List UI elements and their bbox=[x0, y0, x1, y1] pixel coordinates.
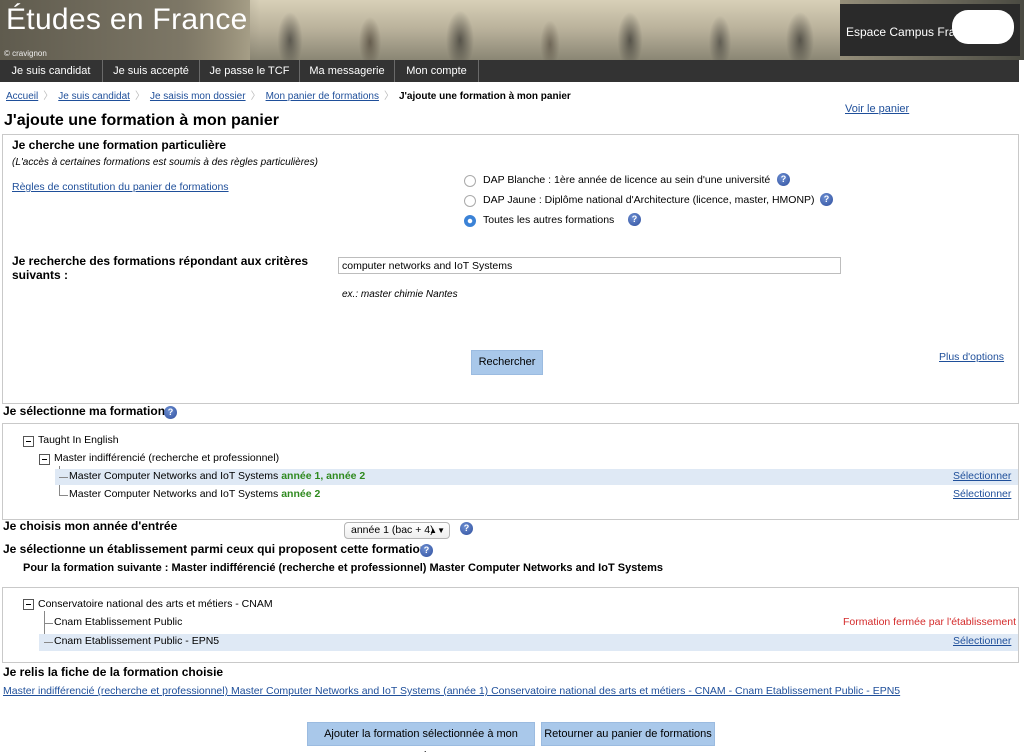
access-note: (L'accès à certaines formations est soum… bbox=[12, 157, 318, 168]
radio-dap-jaune[interactable] bbox=[464, 195, 476, 207]
select-link[interactable]: Sélectionner bbox=[953, 470, 1011, 482]
formation-row[interactable]: Master Computer Networks and IoT Systems… bbox=[69, 488, 320, 500]
entry-year-select[interactable]: année 1 (bac + 4) ▲▼ bbox=[344, 522, 450, 539]
formation-sheet-link[interactable]: Master indifférencié (recherche et profe… bbox=[3, 685, 900, 697]
nav-mon-compte[interactable]: Mon compte bbox=[395, 60, 479, 82]
formation-tree-panel: Taught In English Master indifférencié (… bbox=[2, 423, 1019, 520]
search-button[interactable]: Rechercher bbox=[471, 350, 543, 375]
select-arrows-icon: ▲▼ bbox=[429, 526, 445, 535]
help-icon[interactable]: ? bbox=[420, 544, 433, 557]
breadcrumb-je-saisis-mon-dossier[interactable]: Je saisis mon dossier bbox=[150, 91, 246, 102]
help-icon[interactable]: ? bbox=[820, 193, 833, 206]
back-to-basket-button[interactable]: Retourner au panier de formations bbox=[541, 722, 715, 746]
criteria-label: Je recherche des formations répondant au… bbox=[12, 254, 309, 282]
breadcrumb-je-suis-candidat[interactable]: Je suis candidat bbox=[58, 91, 130, 102]
breadcrumb-mon-panier[interactable]: Mon panier de formations bbox=[266, 91, 379, 102]
entry-year-label: Je choisis mon année d'entrée bbox=[3, 519, 178, 533]
header-banner: Études en France © cravignon Espace Camp… bbox=[0, 0, 1024, 60]
nav-ma-messagerie[interactable]: Ma messagerie bbox=[300, 60, 395, 82]
select-link[interactable]: Sélectionner bbox=[953, 488, 1011, 500]
establishment-row[interactable]: Cnam Etablissement Public - EPN5 bbox=[54, 635, 219, 647]
select-formation-title: Je sélectionne ma formation bbox=[3, 404, 166, 418]
search-panel-title: Je cherche une formation particulière bbox=[12, 138, 227, 152]
banner-photo bbox=[250, 0, 840, 60]
nav-je-passe-le-tcf[interactable]: Je passe le TCF bbox=[200, 60, 300, 82]
radio-dap-blanche[interactable] bbox=[464, 175, 476, 187]
campus-box: Espace Campus France bbox=[840, 4, 1020, 56]
tree-root-label: Taught In English bbox=[38, 434, 119, 446]
radio-autres-formations-label[interactable]: Toutes les autres formations bbox=[483, 214, 614, 226]
breadcrumb: Accueil 〉 Je suis candidat 〉 Je saisis mon d… bbox=[6, 91, 571, 102]
collapse-icon[interactable] bbox=[39, 454, 50, 465]
collapse-icon[interactable] bbox=[23, 436, 34, 447]
rules-link[interactable]: Règles de constitution du panier de form… bbox=[12, 181, 229, 193]
site-title[interactable]: Études en France bbox=[6, 3, 248, 37]
establishment-root-label: Conservatoire national des arts et métie… bbox=[38, 598, 273, 610]
main-nav: Je suis candidat Je suis accepté Je pass… bbox=[0, 60, 1019, 82]
radio-dap-jaune-label[interactable]: DAP Jaune : Diplôme national d'Architect… bbox=[483, 194, 815, 206]
help-icon[interactable]: ? bbox=[164, 406, 177, 419]
page-title: J'ajoute une formation à mon panier bbox=[4, 112, 279, 129]
view-basket-link[interactable]: Voir le panier bbox=[845, 103, 909, 115]
search-input[interactable] bbox=[338, 257, 841, 274]
more-options-link[interactable]: Plus d'options bbox=[939, 351, 1004, 363]
radio-dap-blanche-label[interactable]: DAP Blanche : 1ère année de licence au s… bbox=[483, 174, 770, 186]
formation-row[interactable]: Master Computer Networks and IoT Systems… bbox=[69, 470, 365, 482]
breadcrumb-accueil[interactable]: Accueil bbox=[6, 91, 38, 102]
reread-title: Je relis la fiche de la formation choisi… bbox=[3, 665, 224, 679]
establishment-row[interactable]: Cnam Etablissement Public bbox=[54, 616, 182, 628]
formation-closed-status: Formation fermée par l'établissement bbox=[843, 616, 1016, 628]
establishment-title: Je sélectionne un établissement parmi ce… bbox=[3, 542, 428, 556]
tree-group-label: Master indifférencié (recherche et profe… bbox=[54, 452, 280, 464]
add-formation-button[interactable]: Ajouter la formation sélectionnée à mon … bbox=[307, 722, 535, 753]
nav-je-suis-accepte[interactable]: Je suis accepté bbox=[103, 60, 200, 82]
search-example: ex.: master chimie Nantes bbox=[342, 289, 458, 300]
establishment-tree-panel: Conservatoire national des arts et métie… bbox=[2, 587, 1019, 663]
nav-je-suis-candidat[interactable]: Je suis candidat bbox=[0, 60, 103, 82]
select-link[interactable]: Sélectionner bbox=[953, 635, 1011, 647]
radio-autres-formations[interactable] bbox=[464, 215, 476, 227]
photo-credit: © cravignon bbox=[4, 49, 47, 58]
help-icon[interactable]: ? bbox=[777, 173, 790, 186]
breadcrumb-current: J'ajoute une formation à mon panier bbox=[398, 91, 571, 102]
establishment-subtitle: Pour la formation suivante : Master indi… bbox=[23, 562, 663, 574]
help-icon[interactable]: ? bbox=[628, 213, 641, 226]
collapse-icon[interactable] bbox=[23, 599, 34, 610]
redacted-name bbox=[952, 10, 1014, 44]
help-icon[interactable]: ? bbox=[460, 522, 473, 535]
